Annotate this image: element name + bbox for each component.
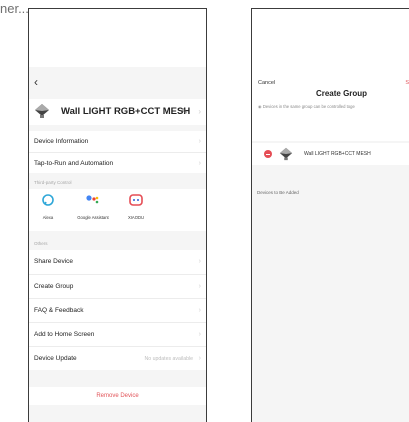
- chevron-right-icon: ›: [198, 283, 201, 290]
- menu-label: FAQ & Feedback: [34, 307, 84, 314]
- save-button[interactable]: S: [405, 80, 409, 86]
- create-group-header: [252, 9, 409, 141]
- group-device-row: Wall LIGHT RGB+CCT MESH: [252, 143, 409, 165]
- info-icon: ◉: [258, 104, 262, 109]
- menu-tap-to-run[interactable]: Tap-to-Run and Automation ›: [29, 152, 206, 173]
- remove-device-button[interactable]: Remove Device: [29, 387, 206, 405]
- devices-to-add-label: Devices to Be Added: [257, 190, 299, 195]
- google-assistant-option[interactable]: Google Assistant: [73, 193, 113, 220]
- chevron-right-icon: ›: [198, 258, 201, 265]
- chevron-left-icon[interactable]: ‹: [34, 75, 38, 89]
- create-group-screen: Cancel S Create Group ◉ Devices in the s…: [251, 8, 409, 422]
- group-note: ◉ Devices in the same group can be contr…: [258, 104, 355, 109]
- device-header: Wall LIGHT RGB+CCT MESH ✎ ›: [29, 99, 206, 125]
- section-others: Others: [34, 241, 48, 246]
- chevron-right-icon: ›: [198, 107, 201, 116]
- others-menu: Share Device › Create Group › FAQ & Feed…: [29, 250, 206, 370]
- chevron-right-icon: ›: [198, 331, 201, 338]
- google-assistant-icon: [86, 195, 99, 204]
- xiaodu-icon: [129, 194, 143, 206]
- chevron-right-icon: ›: [198, 160, 201, 167]
- google-assistant-label: Google Assistant: [77, 215, 109, 220]
- chevron-right-icon: ›: [198, 355, 201, 362]
- bulb-icon: [279, 147, 293, 161]
- menu-device-update[interactable]: Device Update No updates available ›: [29, 346, 206, 370]
- bulb-icon: [35, 104, 49, 118]
- group-note-text: Devices in the same group can be control…: [262, 104, 355, 109]
- menu-device-information[interactable]: Device Information ›: [29, 131, 206, 152]
- section-third-party: Third-party Control: [34, 180, 72, 185]
- chevron-right-icon: ›: [198, 138, 201, 145]
- chevron-right-icon: ›: [198, 307, 201, 314]
- third-party-control: Alexa Google Assistant XIAODU: [29, 189, 206, 231]
- menu-label: Share Device: [34, 258, 74, 265]
- menu-create-group[interactable]: Create Group ›: [29, 274, 206, 298]
- alexa-option[interactable]: Alexa: [29, 193, 68, 220]
- menu-add-home-screen[interactable]: Add to Home Screen ›: [29, 322, 206, 346]
- page-title: Create Group: [315, 89, 368, 98]
- cancel-button[interactable]: Cancel: [258, 80, 275, 86]
- group-device-name: Wall LIGHT RGB+CCT MESH: [304, 151, 371, 157]
- menu-label: Add to Home Screen: [34, 331, 95, 338]
- device-menu: Device Information › Tap-to-Run and Auto…: [29, 131, 206, 173]
- device-settings-screen: ‹ Wall LIGHT RGB+CCT MESH ✎ › Device Inf…: [28, 8, 207, 422]
- minus-circle-icon[interactable]: [264, 150, 272, 158]
- menu-label: Create Group: [34, 283, 74, 290]
- menu-share-device[interactable]: Share Device ›: [29, 250, 206, 274]
- menu-label: Device Update: [34, 355, 77, 362]
- menu-label: Tap-to-Run and Automation: [34, 160, 114, 167]
- status-area: [29, 9, 206, 67]
- alexa-icon: [42, 194, 54, 206]
- pencil-icon[interactable]: ✎: [181, 107, 188, 116]
- device-name: Wall LIGHT RGB+CCT MESH: [61, 106, 191, 117]
- xiaodu-option[interactable]: XIAODU: [116, 193, 156, 220]
- xiaodu-label: XIAODU: [127, 215, 145, 220]
- menu-faq-feedback[interactable]: FAQ & Feedback ›: [29, 298, 206, 322]
- caption-text: ner...: [0, 1, 29, 16]
- alexa-label: Alexa: [42, 215, 54, 220]
- menu-label: Device Information: [34, 138, 89, 145]
- update-status: No updates available: [144, 356, 193, 362]
